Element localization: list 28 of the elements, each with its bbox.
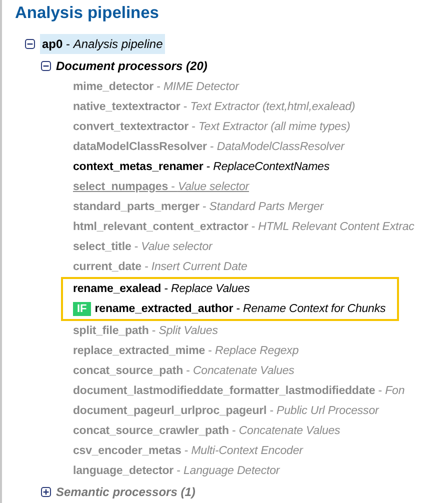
expand-icon[interactable] <box>41 486 51 496</box>
processor-item[interactable]: rename_exalead - Replace Values <box>73 283 250 295</box>
processor-item[interactable]: select_title - Value selector <box>73 241 212 253</box>
processor-item[interactable]: html_relevant_content_extractor - HTML Relevant Content Extrac <box>73 221 414 233</box>
collapse-icon[interactable] <box>25 39 35 49</box>
processor-item[interactable]: current_date - Insert Current Date <box>73 261 248 273</box>
processor-item[interactable]: document_lastmodifieddate_formatter_lastmodifieddate - Fon <box>73 385 405 397</box>
processor-item[interactable]: language_detector - Language Detector <box>73 465 280 477</box>
processor-item[interactable]: context_metas_renamer - ReplaceContextNames <box>73 161 330 173</box>
processor-item[interactable]: rename_extracted_author - Rename Context for Chunks <box>94 303 386 315</box>
processor-item[interactable]: csv_encoder_metas - Multi-Context Encoder <box>73 445 303 457</box>
processor-item[interactable]: split_file_path - Split Values <box>73 325 218 337</box>
processor-item[interactable]: concat_source_crawler_path - Concatenate Values <box>73 425 340 437</box>
pipeline-label[interactable]: ap0 - Analysis pipeline <box>40 34 165 54</box>
if-badge: IF <box>73 302 91 316</box>
page-title: Analysis pipelines <box>15 3 160 24</box>
processor-item[interactable]: concat_source_path - Concatenate Values <box>73 365 294 377</box>
processor-item[interactable]: native_textextractor - Text Extractor (text,html,exalead) <box>73 101 356 113</box>
collapse-icon[interactable] <box>41 61 51 71</box>
processor-item[interactable]: document_pageurl_urlproc_pageurl - Public Url Processor <box>73 405 379 417</box>
processor-item[interactable]: mime_detector - MIME Detector <box>73 81 239 93</box>
processor-item[interactable]: standard_parts_merger - Standard Parts Merger <box>73 201 324 213</box>
processor-item[interactable]: dataModelClassResolver - DataModelClassResolver <box>73 141 344 153</box>
group-label[interactable]: Semantic processors (1) <box>56 484 196 498</box>
group-label[interactable]: Document processors (20) <box>56 59 208 73</box>
processor-item[interactable]: select_numpages - Value selector <box>73 181 249 193</box>
processor-item[interactable]: replace_extracted_mime - Replace Regexp <box>73 345 299 357</box>
processor-item[interactable]: convert_textextractor - Text Extractor (all mime types) <box>73 121 350 133</box>
